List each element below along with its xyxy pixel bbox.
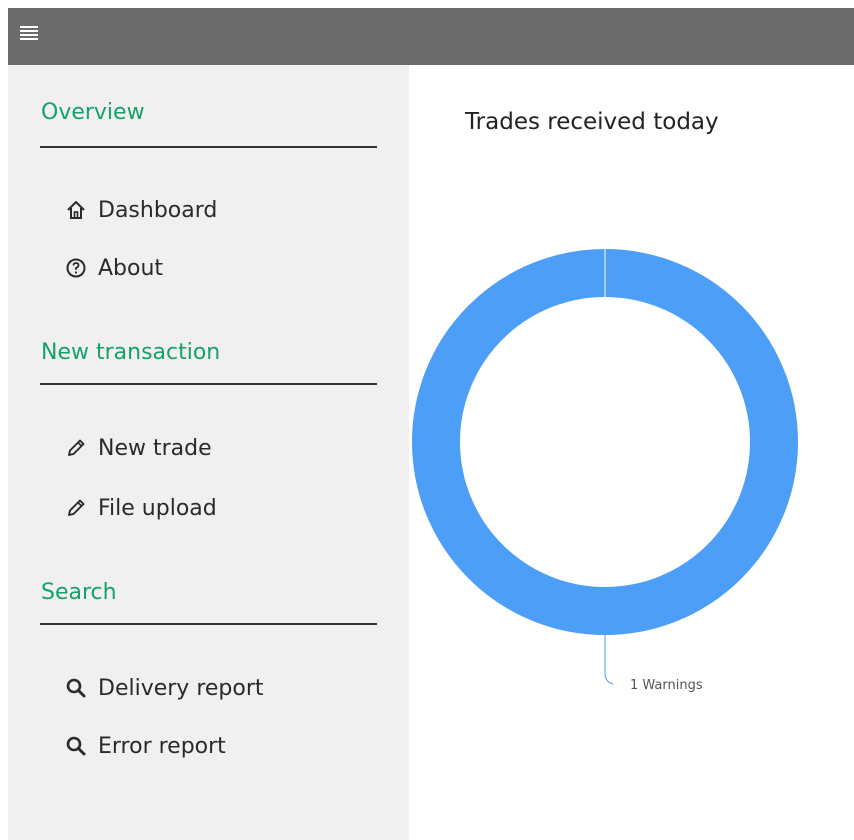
sidebar-item-label: About bbox=[98, 255, 164, 281]
donut-chart: 1 Warnings bbox=[412, 249, 798, 693]
sidebar-item-about[interactable]: About bbox=[62, 251, 163, 285]
sidebar-item-delivery-report[interactable]: Delivery report bbox=[62, 671, 264, 705]
sidebar-item-label: File upload bbox=[98, 495, 217, 521]
slice-leader-line bbox=[604, 635, 614, 685]
sidebar-item-label: Delivery report bbox=[98, 675, 264, 701]
sidebar-item-label: New trade bbox=[98, 435, 212, 461]
sidebar-item-new-trade[interactable]: New trade bbox=[62, 431, 212, 465]
main-content: Trades received today 1 Warnings bbox=[409, 65, 854, 840]
sidebar-item-label: Dashboard bbox=[98, 197, 218, 223]
section-title-search: Search bbox=[41, 580, 117, 605]
sidebar-item-dashboard[interactable]: Dashboard bbox=[62, 193, 217, 227]
section-divider bbox=[40, 146, 377, 148]
search-icon bbox=[62, 734, 90, 758]
home-icon bbox=[62, 198, 90, 222]
help-circle-icon bbox=[62, 256, 90, 280]
search-icon bbox=[62, 676, 90, 700]
pencil-icon bbox=[62, 496, 90, 520]
sidebar-item-label: Error report bbox=[98, 733, 226, 759]
top-bar bbox=[8, 8, 854, 65]
section-divider bbox=[40, 383, 377, 385]
hamburger-icon[interactable] bbox=[20, 26, 38, 42]
section-divider bbox=[40, 623, 377, 625]
section-title-overview: Overview bbox=[41, 100, 145, 125]
section-title-new-transaction: New transaction bbox=[41, 340, 221, 365]
donut-slice[interactable] bbox=[412, 249, 798, 635]
sidebar-item-file-upload[interactable]: File upload bbox=[62, 491, 217, 525]
slice-label: 1 Warnings bbox=[630, 678, 703, 693]
sidebar: Overview Dashboard About New transaction bbox=[8, 65, 409, 840]
sidebar-item-error-report[interactable]: Error report bbox=[62, 729, 226, 763]
pencil-icon bbox=[62, 436, 90, 460]
